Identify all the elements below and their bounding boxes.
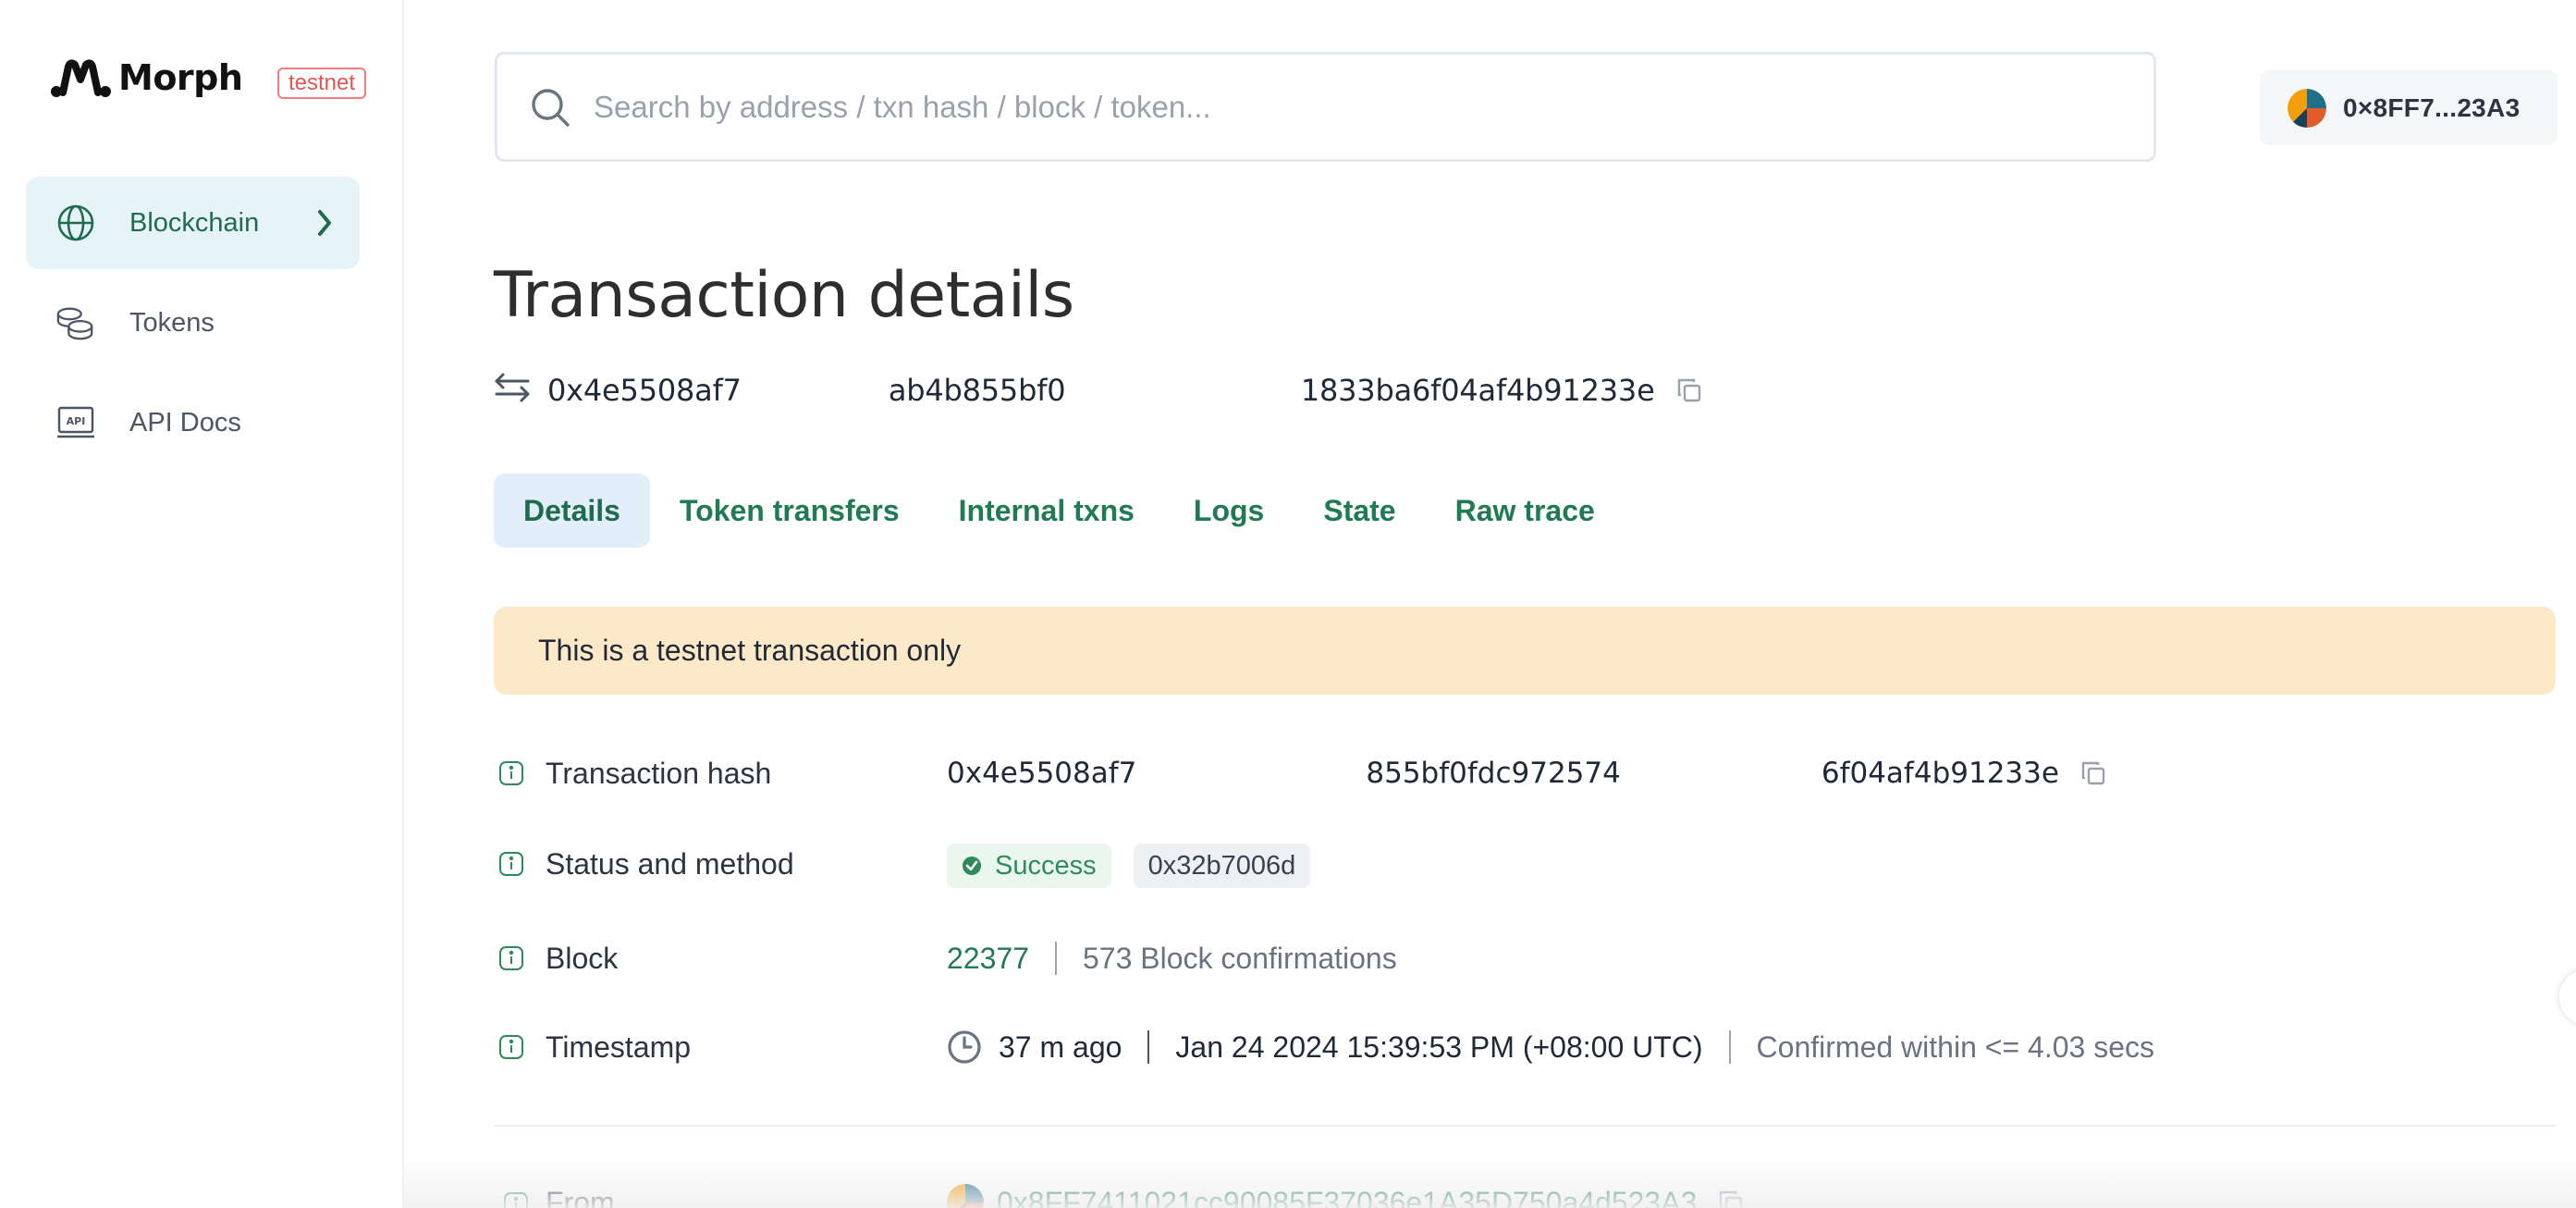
- separator: [1728, 1030, 1731, 1064]
- sidebar-nav: Blockchain Tokens API API Docs: [26, 177, 360, 476]
- status-badge: Success: [947, 844, 1111, 888]
- row-value: 37 m ago Jan 24 2024 15:39:53 PM (+08:00…: [947, 1029, 2154, 1065]
- sidebar-item-label: Tokens: [129, 307, 215, 338]
- row-label: From: [546, 1186, 615, 1208]
- scroll-to-top-button[interactable]: [2559, 969, 2576, 1025]
- row-label: Block: [546, 941, 619, 975]
- timestamp-ago: 37 m ago: [999, 1029, 1122, 1064]
- row-transaction-hash: Transaction hash 0x4e5508af7 855bf0fdc97…: [494, 753, 2556, 794]
- tab-raw-trace[interactable]: Raw trace: [1426, 474, 1625, 548]
- address-avatar: [947, 1184, 984, 1208]
- tabs: Details Token transfers Internal txns Lo…: [494, 474, 1625, 548]
- sidebar: Morph testnet Blockchain Tokens API API …: [0, 0, 404, 1208]
- svg-text:API: API: [67, 415, 86, 427]
- sidebar-item-blockchain[interactable]: Blockchain: [26, 177, 360, 269]
- search-icon: [529, 86, 571, 129]
- wallet-button[interactable]: 0×8FF7...23A3: [2260, 70, 2558, 145]
- copy-icon[interactable]: [1675, 376, 1703, 404]
- tab-token-transfers[interactable]: Token transfers: [650, 474, 929, 548]
- row-value: Success 0x32b7006d: [947, 844, 1311, 888]
- wallet-address: 0×8FF7...23A3: [2343, 92, 2521, 122]
- info-icon[interactable]: [498, 1034, 524, 1060]
- row-label: Timestamp: [546, 1029, 692, 1064]
- info-icon[interactable]: [498, 945, 524, 971]
- row-status-method: Status and method Success 0x32b7006d: [494, 842, 2556, 888]
- logo-text: Morph: [118, 57, 243, 98]
- timestamp-datetime: Jan 24 2024 15:39:53 PM (+08:00 UTC): [1175, 1029, 1703, 1064]
- search-input[interactable]: [594, 89, 2073, 125]
- morph-logo[interactable]: Morph: [50, 57, 243, 98]
- globe-icon: [55, 203, 96, 243]
- morph-logo-icon: [50, 57, 111, 98]
- row-value: 0x4e5508af7 855bf0fdc972574 6f04af4b9123…: [947, 757, 2107, 790]
- transfer-arrows-icon: [494, 372, 531, 408]
- row-block: Block 22377 573 Block confirmations: [494, 938, 2556, 979]
- chevron-right-icon: [315, 208, 334, 245]
- transaction-hash-value: 0x4e5508af7 855bf0fdc972574 6f04af4b9123…: [947, 757, 2059, 790]
- separator: [1054, 942, 1057, 975]
- sidebar-item-tokens[interactable]: Tokens: [26, 277, 360, 369]
- search-bar[interactable]: [495, 52, 2156, 162]
- tab-logs[interactable]: Logs: [1164, 474, 1294, 548]
- info-icon[interactable]: [503, 1191, 529, 1208]
- copy-icon[interactable]: [2079, 759, 2107, 787]
- sidebar-item-api-docs[interactable]: API API Docs: [26, 376, 360, 469]
- row-label: Status and method: [546, 846, 794, 881]
- api-docs-icon: API: [55, 402, 96, 443]
- section-divider: [494, 1125, 2556, 1127]
- row-timestamp: Timestamp 37 m ago Jan 24 2024 15:39:53 …: [494, 1027, 2556, 1067]
- method-badge: 0x32b7006d: [1133, 844, 1311, 888]
- status-text: Success: [995, 850, 1097, 881]
- row-value: 22377 573 Block confirmations: [947, 942, 1397, 976]
- info-icon[interactable]: [498, 851, 524, 877]
- sidebar-item-label: Blockchain: [129, 207, 260, 238]
- tx-hash-header: 0x4e5508af7 ab4b855bf0 1833ba6f04af4b912…: [494, 372, 1703, 408]
- copy-icon[interactable]: [1717, 1189, 1745, 1208]
- tab-state[interactable]: State: [1294, 474, 1425, 548]
- from-address-link[interactable]: 0x8FF7411021cc90085F37036e1A35D750a4d523…: [997, 1186, 1697, 1208]
- sidebar-item-label: API Docs: [129, 407, 241, 438]
- info-icon[interactable]: [498, 760, 524, 786]
- testnet-alert: This is a testnet transaction only: [494, 607, 2556, 695]
- separator: [1147, 1030, 1150, 1064]
- coins-icon: [55, 302, 96, 343]
- tx-hash-text: 0x4e5508af7 ab4b855bf0 1833ba6f04af4b912…: [547, 372, 1655, 408]
- timestamp-confirmed: Confirmed within <= 4.03 secs: [1756, 1029, 2154, 1064]
- page-title: Transaction details: [494, 259, 1074, 332]
- row-value: 0x8FF7411021cc90085F37036e1A35D750a4d523…: [947, 1184, 1745, 1208]
- wallet-avatar: [2288, 88, 2326, 128]
- testnet-badge: testnet: [277, 68, 367, 99]
- block-number-link[interactable]: 22377: [947, 942, 1029, 976]
- row-from: From 0x8FF7411021cc90085F37036e1A35D750a…: [494, 1182, 2556, 1208]
- block-confirmations: 573 Block confirmations: [1082, 941, 1397, 975]
- check-circle-icon: [963, 857, 981, 875]
- row-label: Transaction hash: [546, 756, 772, 790]
- tab-details[interactable]: Details: [494, 474, 650, 548]
- tab-internal-txns[interactable]: Internal txns: [929, 474, 1164, 548]
- clock-icon: [947, 1029, 982, 1065]
